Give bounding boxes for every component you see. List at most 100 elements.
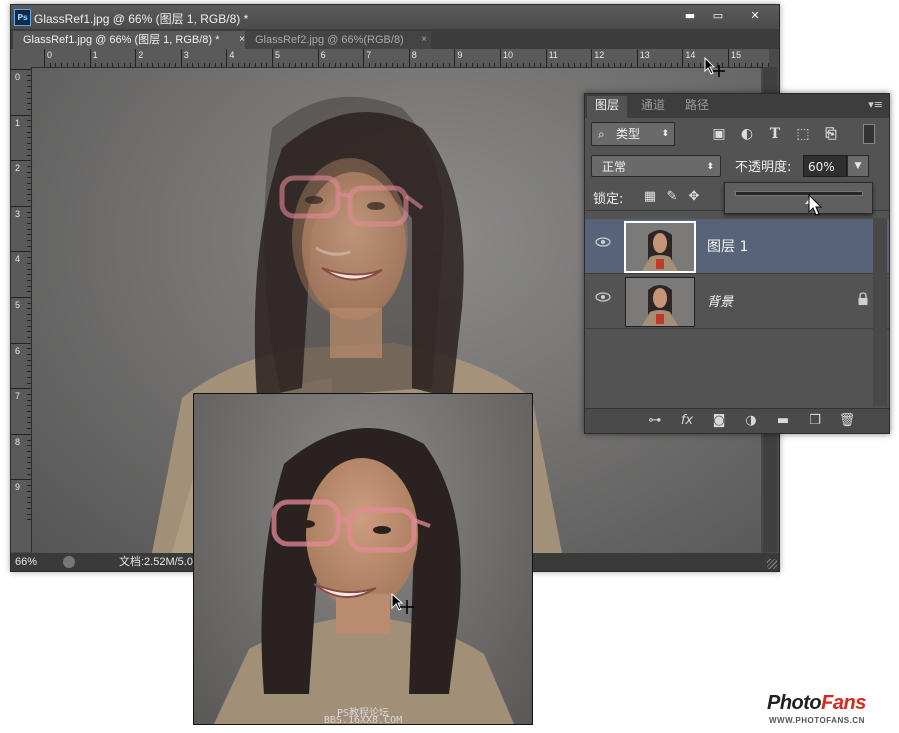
ruler-minor-tick — [614, 63, 615, 67]
ruler-label: 6 — [320, 50, 326, 60]
ruler-minor-tick — [27, 411, 31, 412]
ruler-minor-tick — [27, 473, 31, 475]
adjustment-layer-icon[interactable]: ◑ — [735, 412, 767, 430]
ruler-minor-tick — [585, 63, 587, 67]
layer-name[interactable]: 背景 — [707, 291, 733, 310]
resize-grip-icon[interactable] — [767, 559, 777, 569]
panel-scrollbar[interactable] — [873, 218, 887, 406]
visibility-eye-icon[interactable] — [595, 237, 611, 247]
ruler-minor-tick — [27, 120, 31, 122]
filter-toggle-switch[interactable] — [863, 124, 875, 144]
visibility-eye-icon[interactable] — [595, 292, 611, 302]
ruler-minor-tick — [676, 63, 678, 67]
ruler-label: 3 — [183, 50, 189, 60]
shape-icon[interactable]: ⬚ — [789, 124, 817, 144]
status-menu-icon[interactable] — [63, 556, 75, 568]
ruler-minor-tick — [55, 63, 57, 67]
ruler-minor-tick — [425, 63, 427, 67]
ruler-minor-tick — [386, 63, 387, 67]
ruler-minor-tick — [27, 456, 31, 458]
lock-paint-icon[interactable]: ✎ — [661, 189, 683, 205]
ruler-minor-tick — [27, 194, 31, 196]
opacity-slider-track[interactable] — [735, 191, 863, 196]
ruler-minor-tick — [482, 63, 484, 67]
ruler-minor-tick — [511, 63, 513, 67]
image-icon[interactable]: ▣ — [705, 124, 733, 144]
ruler-minor-tick — [551, 63, 553, 67]
ruler-minor-tick — [642, 63, 644, 67]
ruler-minor-tick — [27, 91, 31, 93]
ruler-minor-tick — [346, 63, 348, 67]
layer-row-background[interactable]: 背景 — [585, 274, 889, 329]
ruler-tick — [89, 49, 91, 67]
ruler-minor-tick — [27, 217, 31, 219]
lock-icon[interactable] — [857, 292, 869, 306]
ruler-minor-tick — [300, 63, 302, 67]
ruler-minor-tick — [665, 63, 667, 67]
title-bar[interactable]: Ps GlassRef1.jpg @ 66% (图层 1, RGB/8) * ▬… — [11, 5, 779, 29]
folder-icon[interactable]: ▬ — [767, 412, 799, 430]
minimize-button[interactable]: ▬ — [677, 7, 703, 25]
mask-icon[interactable]: ◙ — [703, 412, 735, 430]
ruler-label: 5 — [275, 50, 281, 60]
ruler-tick — [11, 342, 31, 344]
new-layer-icon[interactable]: ❐ — [799, 412, 831, 430]
ruler-tick — [135, 49, 137, 67]
ruler-minor-tick — [27, 359, 31, 361]
ruler-minor-tick — [380, 63, 382, 67]
layer-row-layer1[interactable]: 图层 1 — [585, 219, 889, 274]
filter-kind-select[interactable]: ⌕ 类型 ⬍ — [591, 122, 675, 146]
horizontal-ruler[interactable]: 0 1 2 3 4 5 6 7 8 9 10 11 12 13 14 15 — [31, 49, 769, 68]
zoom-level[interactable]: 66% — [15, 553, 37, 571]
ruler-minor-tick — [374, 63, 376, 67]
vertical-ruler[interactable]: 0 1 2 3 4 5 6 7 8 9 — [11, 67, 32, 552]
ruler-minor-tick — [27, 365, 31, 367]
ruler-label: 15 — [731, 50, 742, 60]
trash-icon[interactable]: 🗑 — [831, 412, 863, 430]
panel-tabs: 图层 通道 路径 ▾≡ — [585, 94, 889, 118]
link-icon[interactable]: ⊶ — [639, 412, 671, 430]
fx-icon[interactable]: fx — [671, 412, 703, 430]
tab-glassref1[interactable]: GlassRef1.jpg @ 66% (图层 1, RGB/8) * × — [13, 31, 249, 49]
tab-layers[interactable]: 图层 — [587, 96, 628, 118]
panel-menu-icon[interactable]: ▾≡ — [868, 98, 883, 111]
lock-transparent-icon[interactable]: ▦ — [639, 189, 661, 205]
chevron-updown-icon: ⬍ — [661, 129, 669, 139]
opacity-input[interactable]: 60% — [803, 155, 847, 177]
ruler-minor-tick — [27, 502, 31, 504]
ruler-tick — [682, 49, 684, 67]
ruler-minor-tick — [534, 63, 536, 67]
ruler-minor-tick — [27, 211, 31, 213]
smart-object-icon[interactable]: ⎘ — [817, 124, 845, 144]
layer-name[interactable]: 图层 1 — [707, 236, 748, 256]
close-button[interactable]: ✕ — [733, 7, 777, 25]
maximize-button[interactable]: ▭ — [705, 7, 731, 25]
ruler-label: 6 — [15, 345, 21, 356]
tab-close-icon[interactable]: × — [421, 31, 427, 49]
ruler-minor-tick — [311, 63, 313, 67]
ruler-minor-tick — [557, 63, 558, 67]
text-icon[interactable]: T — [761, 124, 789, 144]
ruler-minor-tick — [237, 63, 239, 67]
search-icon: ⌕ — [598, 127, 605, 141]
ruler-minor-tick — [27, 468, 31, 469]
tab-channels[interactable]: 通道 — [633, 96, 673, 118]
ruler-tick — [545, 49, 547, 67]
tab-glassref2[interactable]: GlassRef2.jpg @ 66%(RGB/8) × — [245, 31, 431, 49]
ruler-minor-tick — [688, 63, 690, 67]
ruler-minor-tick — [27, 103, 31, 105]
blend-mode-select[interactable]: 正常 ⬍ — [591, 155, 721, 177]
ruler-minor-tick — [27, 154, 31, 156]
ruler-label: 8 — [411, 50, 417, 60]
tab-paths[interactable]: 路径 — [677, 96, 717, 118]
ruler-label: 4 — [229, 50, 235, 60]
opacity-dropdown-icon[interactable]: ▼ — [847, 155, 869, 177]
ruler-origin[interactable] — [11, 49, 31, 67]
ruler-minor-tick — [323, 63, 325, 67]
ruler-minor-tick — [27, 450, 31, 452]
adjustment-icon[interactable]: ◐ — [733, 124, 761, 144]
lock-position-icon[interactable]: ✥ — [683, 189, 705, 205]
ruler-minor-tick — [517, 63, 519, 67]
ruler-minor-tick — [562, 63, 564, 67]
ruler-minor-tick — [27, 268, 31, 270]
